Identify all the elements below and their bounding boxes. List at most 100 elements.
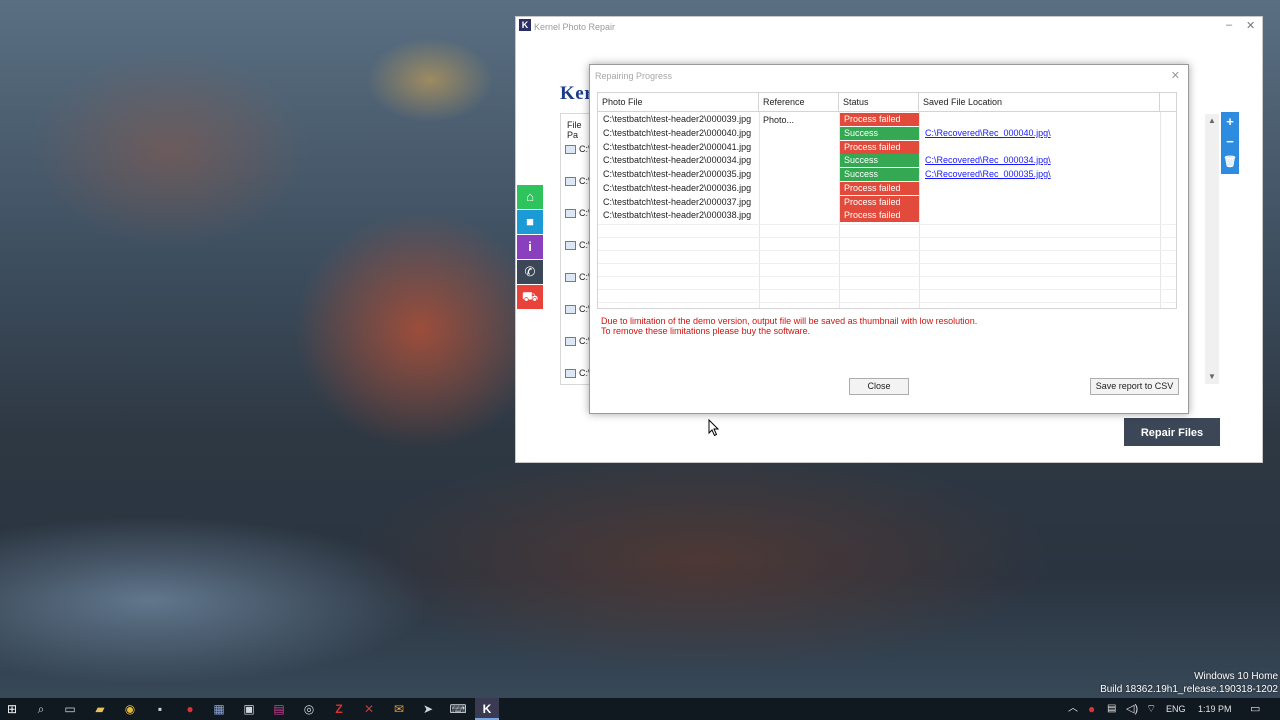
file-list-row[interactable]: C:\: [565, 144, 591, 155]
table-row[interactable]: C:\testbatch\test-header2\000036.jpg Pro…: [598, 182, 1176, 195]
demo-note-line1: Due to limitation of the demo version, o…: [601, 316, 978, 326]
saved-location-link[interactable]: [925, 209, 1165, 222]
reference-photo-cell: [761, 127, 837, 140]
repair-files-button[interactable]: Repair Files: [1124, 418, 1220, 446]
clock[interactable]: 1:19 PM: [1198, 698, 1232, 720]
table-row[interactable]: C:\testbatch\test-header2\000035.jpg Suc…: [598, 168, 1176, 181]
table-row[interactable]: C:\testbatch\test-header2\000037.jpg Pro…: [598, 196, 1176, 209]
scroll-down-icon[interactable]: ▼: [1205, 372, 1219, 381]
search-icon[interactable]: ⌕: [29, 698, 53, 720]
chrome-icon[interactable]: ◉: [118, 698, 142, 720]
demo-limitation-note: Due to limitation of the demo version, o…: [601, 316, 977, 336]
file-icon: [565, 337, 576, 347]
app-icon-8[interactable]: ⌨: [446, 698, 470, 720]
video-icon[interactable]: ■: [517, 210, 543, 234]
language-indicator[interactable]: ENG: [1166, 698, 1186, 720]
grid-line: [598, 302, 1176, 303]
file-list-row[interactable]: C:\: [565, 240, 591, 251]
cart-icon[interactable]: ⛟: [517, 285, 543, 309]
info-icon[interactable]: i: [517, 235, 543, 259]
app-icon-5[interactable]: ✕: [357, 698, 381, 720]
app-icon-6[interactable]: ✉: [387, 698, 411, 720]
close-icon[interactable]: ✕: [1171, 69, 1180, 82]
volume-icon[interactable]: ◁): [1126, 698, 1138, 720]
table-row[interactable]: C:\testbatch\test-header2\000040.jpg Suc…: [598, 127, 1176, 140]
app-icon-3[interactable]: ▣: [237, 698, 261, 720]
wifi-icon[interactable]: ⌔: [1146, 698, 1156, 720]
file-list-scrollbar[interactable]: ▲ ▼: [1205, 114, 1219, 384]
add-icon[interactable]: +: [1221, 112, 1239, 132]
column-photo-file[interactable]: Photo File: [598, 93, 759, 111]
app-icon-4[interactable]: ▤: [267, 698, 291, 720]
column-reference-photo[interactable]: Reference Photo...: [759, 93, 839, 125]
watermark-line2: Build 18362.19h1_release.190318-1202: [1100, 684, 1278, 695]
record-icon[interactable]: ●: [178, 698, 202, 720]
photo-file-cell: C:\testbatch\test-header2\000037.jpg: [603, 197, 752, 207]
file-list-row[interactable]: C:\: [565, 304, 591, 315]
saved-location-link[interactable]: [925, 182, 1165, 195]
close-button[interactable]: Close: [849, 378, 909, 395]
app-icon-1[interactable]: ▪: [148, 698, 172, 720]
column-saved-location[interactable]: Saved File Location: [919, 93, 1160, 111]
table-row[interactable]: C:\testbatch\test-header2\000039.jpg Pro…: [598, 113, 1176, 126]
tray-chevron-icon[interactable]: ︿: [1068, 698, 1078, 720]
save-report-csv-button[interactable]: Save report to CSV: [1090, 378, 1179, 395]
windows-start-icon[interactable]: ⊞: [0, 698, 24, 720]
reference-photo-cell: [761, 113, 837, 126]
file-list[interactable]: File Pa C:\ C:\ C:\ C:\ C:\ C:\ C:\ C:\: [560, 113, 591, 385]
task-view-icon[interactable]: ▭: [58, 698, 82, 720]
app-icon-7[interactable]: ➤: [416, 698, 440, 720]
trash-icon[interactable]: 🗑: [1221, 152, 1239, 172]
file-explorer-icon[interactable]: ▰: [88, 698, 112, 720]
saved-location-link[interactable]: [925, 113, 1165, 126]
file-list-row[interactable]: C:\: [565, 176, 591, 187]
side-toolbar: ⌂ ■ i ✆ ⛟: [517, 185, 543, 310]
close-window-button[interactable]: ✕: [1246, 19, 1255, 32]
saved-location-link[interactable]: C:\Recovered\Rec_000034.jpg\: [925, 154, 1165, 167]
watermark-line1: Windows 10 Home: [1194, 671, 1278, 682]
file-icon: [565, 209, 576, 219]
reference-photo-cell: [761, 141, 837, 154]
saved-location-link[interactable]: C:\Recovered\Rec_000035.jpg\: [925, 168, 1165, 181]
saved-location-link[interactable]: C:\Recovered\Rec_000040.jpg\: [925, 127, 1165, 140]
home-icon[interactable]: ⌂: [517, 185, 543, 209]
demo-note-line2: To remove these limitations please buy t…: [601, 326, 811, 336]
network-icon[interactable]: ▤: [1107, 698, 1116, 720]
list-tools: + − 🗑: [1221, 112, 1239, 174]
column-status[interactable]: Status: [839, 93, 919, 111]
camera-icon[interactable]: ◎: [297, 698, 321, 720]
recording-icon[interactable]: ●: [1088, 698, 1095, 720]
file-list-row[interactable]: C:\: [565, 368, 591, 379]
table-row[interactable]: C:\testbatch\test-header2\000041.jpg Pro…: [598, 141, 1176, 154]
photo-file-cell: C:\testbatch\test-header2\000038.jpg: [603, 210, 752, 220]
table-row[interactable]: C:\testbatch\test-header2\000038.jpg Pro…: [598, 209, 1176, 222]
photo-file-cell: C:\testbatch\test-header2\000041.jpg: [603, 142, 752, 152]
phone-icon[interactable]: ✆: [517, 260, 543, 284]
file-list-row[interactable]: C:\: [565, 272, 591, 283]
saved-location-link[interactable]: [925, 196, 1165, 209]
table-row[interactable]: C:\testbatch\test-header2\000034.jpg Suc…: [598, 154, 1176, 167]
file-path-header: File Pa: [567, 120, 582, 140]
status-badge: Success: [840, 127, 919, 140]
file-icon: [565, 369, 576, 379]
filezilla-icon[interactable]: Z: [327, 698, 351, 720]
reference-photo-cell: [761, 154, 837, 167]
dialog-title: Repairing Progress: [595, 71, 673, 81]
status-badge: Process failed: [840, 196, 919, 209]
minimize-button[interactable]: –: [1226, 19, 1232, 31]
grid-line: [598, 276, 1176, 277]
kernel-icon[interactable]: K: [475, 698, 499, 720]
remove-icon[interactable]: −: [1221, 132, 1239, 152]
taskbar: ⊞ ⌕ ▭ ▰ ◉ ▪ ● ▦ ▣ ▤ ◎ Z ✕ ✉ ➤ ⌨ K ︿ ● ▤ …: [0, 698, 1280, 720]
file-icon: [565, 273, 576, 283]
file-list-row[interactable]: C:\: [565, 208, 591, 219]
app-icon-2[interactable]: ▦: [207, 698, 231, 720]
photo-file-cell: C:\testbatch\test-header2\000034.jpg: [603, 155, 752, 165]
scroll-up-icon[interactable]: ▲: [1205, 116, 1219, 125]
grid-line: [598, 289, 1176, 290]
saved-location-link[interactable]: [925, 141, 1165, 154]
window-title: Kernel Photo Repair: [534, 22, 616, 32]
notification-icon[interactable]: ▭: [1250, 698, 1260, 720]
grid-line: [598, 224, 1176, 225]
file-list-row[interactable]: C:\: [565, 336, 591, 347]
